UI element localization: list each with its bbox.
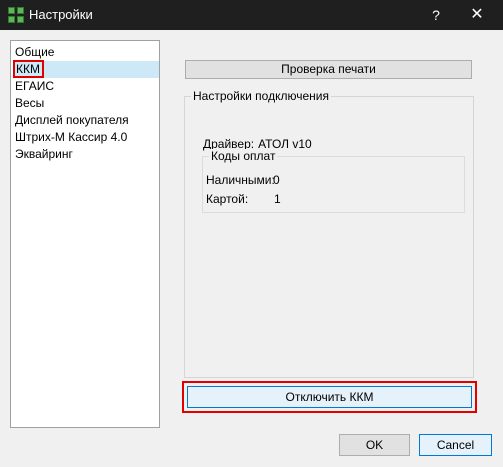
- disable-kkm-button[interactable]: Отключить ККМ: [187, 386, 472, 408]
- payment-codes-title: Коды оплат: [209, 149, 278, 163]
- sidebar-item-label: Штрих-М Кассир 4.0: [15, 130, 128, 144]
- sidebar-item-shtrih-m-cashier[interactable]: Штрих-М Кассир 4.0: [14, 129, 159, 146]
- disable-kkm-highlight: Отключить ККМ: [182, 381, 477, 413]
- sidebar-item-label: Эквайринг: [15, 147, 73, 161]
- sidebar-item-scales[interactable]: Весы: [14, 95, 159, 112]
- payment-codes-group: Коды оплат Наличными: 0 Картой: 1: [202, 149, 465, 213]
- connection-settings-group: Настройки подключения Драйвер: АТОЛ v10 К…: [184, 89, 474, 378]
- sidebar-item-label: ЕГАИС: [15, 79, 54, 93]
- card-code-label: Картой:: [206, 192, 249, 206]
- ok-button[interactable]: OK: [339, 434, 410, 456]
- title-bar: Настройки ? ✕: [0, 0, 503, 30]
- sidebar-item-kkm[interactable]: ККМ: [13, 60, 159, 78]
- sidebar-item-general[interactable]: Общие: [14, 44, 159, 61]
- print-check-button[interactable]: Проверка печати: [185, 60, 472, 79]
- sidebar-item-label: ККМ: [13, 60, 44, 78]
- connection-settings-title: Настройки подключения: [191, 89, 331, 103]
- close-button[interactable]: ✕: [455, 0, 499, 30]
- help-button[interactable]: ?: [420, 0, 452, 30]
- cash-code-label: Наличными:: [206, 173, 275, 187]
- app-grid-icon: [8, 7, 24, 23]
- card-code-value: 1: [274, 192, 281, 206]
- sidebar-item-label: Общие: [15, 45, 55, 59]
- cancel-button[interactable]: Cancel: [419, 434, 492, 456]
- window-title: Настройки: [29, 7, 93, 22]
- cash-code-row: Наличными: 0: [206, 173, 280, 187]
- sidebar-item-customer-display[interactable]: Дисплей покупателя: [14, 112, 159, 129]
- cash-code-value: 0: [273, 173, 280, 187]
- sidebar-item-acquiring[interactable]: Эквайринг: [14, 146, 159, 163]
- card-code-row: Картой: 1: [206, 192, 281, 206]
- kkm-settings-panel: Проверка печати Настройки подключения Др…: [172, 40, 490, 428]
- sidebar-item-label: Весы: [15, 96, 45, 110]
- settings-category-list: Общие ККМ ЕГАИС Весы Дисплей покупателя …: [10, 40, 160, 428]
- sidebar-item-egais[interactable]: ЕГАИС: [14, 78, 159, 95]
- sidebar-item-label: Дисплей покупателя: [15, 113, 129, 127]
